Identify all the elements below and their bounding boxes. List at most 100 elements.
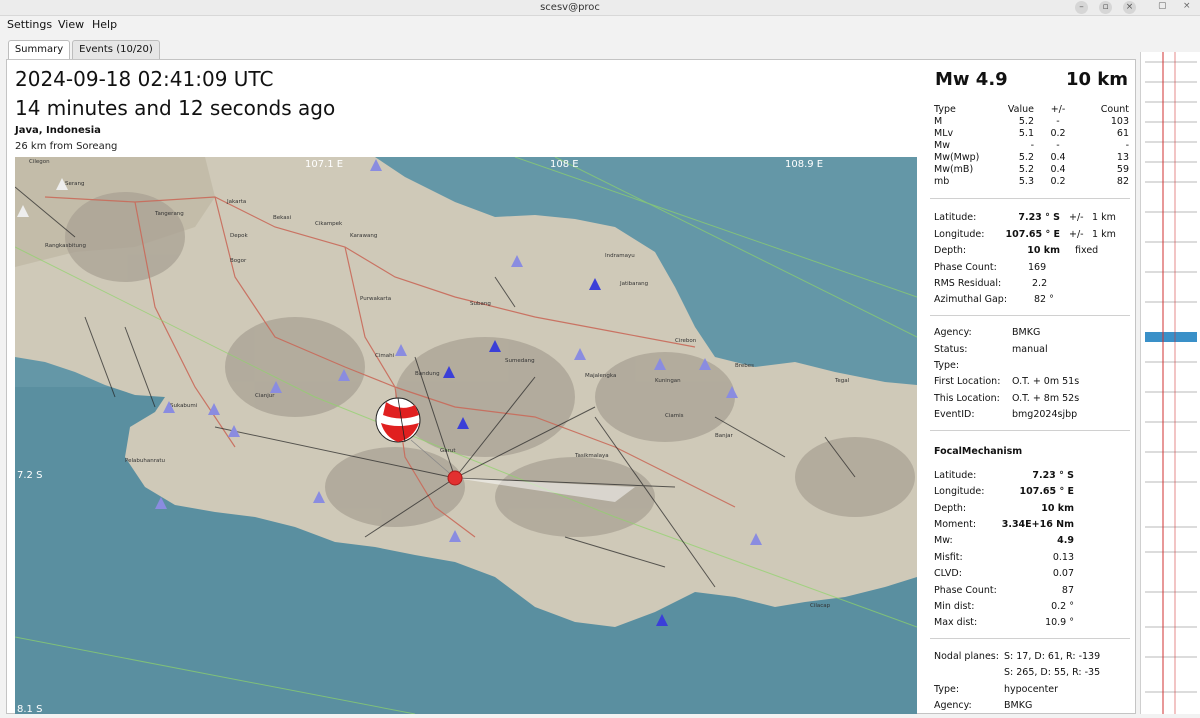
col-type: Type bbox=[934, 104, 956, 115]
selected-trace[interactable] bbox=[1145, 332, 1197, 342]
table-row[interactable]: MLv 5.1 0.2 61 bbox=[934, 128, 1129, 140]
place-label: Depok bbox=[230, 233, 248, 239]
first-location-value: O.T. + 0m 51s bbox=[1012, 376, 1080, 387]
map-canvas[interactable]: 107.1 E 108 E 108.9 E 7.2 S 8.1 S Cilego… bbox=[15, 157, 917, 714]
gap-value: 82 ° bbox=[1034, 294, 1054, 305]
nodal-plane-1: S: 17, D: 61, R: -139 bbox=[1004, 651, 1101, 662]
restore-icon[interactable]: ▢ bbox=[1158, 1, 1167, 11]
fm-mindist-label: Min dist: bbox=[934, 601, 975, 612]
fm-clvd-label: CLVD: bbox=[934, 568, 962, 579]
fm-lat-label: Latitude: bbox=[934, 470, 977, 481]
close-icon[interactable]: × bbox=[1123, 1, 1136, 14]
event-id-value[interactable]: bmg2024sjbp bbox=[1012, 408, 1077, 421]
table-row[interactable]: Mw - - - bbox=[934, 140, 1129, 152]
fm-clvd: 0.07 bbox=[1052, 568, 1074, 579]
event-map[interactable]: 107.1 E 108 E 108.9 E 7.2 S 8.1 S Cilego… bbox=[15, 157, 917, 714]
place-label: Tasikmalaya bbox=[574, 453, 609, 459]
window-title: scesv@proc bbox=[540, 2, 600, 13]
place-label: Pelabuhanratu bbox=[125, 458, 165, 464]
trace-canvas bbox=[1145, 52, 1197, 714]
nearest-city: 26 km from Soreang bbox=[15, 141, 118, 152]
lat-label-72: 7.2 S bbox=[17, 470, 42, 481]
lon-label-108: 108 E bbox=[550, 159, 579, 170]
place-label: Kuningan bbox=[655, 378, 681, 384]
place-label: Jakarta bbox=[226, 199, 246, 205]
agency-label: Agency: bbox=[934, 327, 972, 338]
origin-lat: 7.23 ° S bbox=[1018, 212, 1060, 223]
magnitude-table-header: Type Value +/- Count bbox=[934, 104, 1129, 116]
col-count: Count bbox=[1100, 104, 1129, 115]
menu-help[interactable]: Help bbox=[92, 18, 117, 32]
place-label: Indramayu bbox=[605, 253, 635, 259]
minimize-icon[interactable]: – bbox=[1075, 1, 1088, 14]
menu-bar: Settings View Help bbox=[0, 16, 1200, 34]
menu-view[interactable]: View bbox=[58, 18, 84, 32]
beachball-icon[interactable] bbox=[375, 397, 421, 443]
place-label: Cilegon bbox=[29, 159, 50, 165]
table-row[interactable]: M 5.2-103 bbox=[934, 116, 1129, 128]
place-label: Cikampek bbox=[315, 221, 343, 227]
fm-depth: 10 km bbox=[1041, 503, 1074, 514]
region-name: Java, Indonesia bbox=[15, 125, 101, 136]
divider bbox=[930, 198, 1130, 199]
place-label: Karawang bbox=[350, 233, 377, 239]
origin-lon-pm: +/- bbox=[1069, 229, 1084, 240]
time-ago: 14 minutes and 12 seconds ago bbox=[15, 96, 336, 120]
close-window-icon[interactable]: × bbox=[1183, 1, 1191, 11]
origin-lat-pm: +/- bbox=[1069, 212, 1084, 223]
fm-lon-label: Longitude: bbox=[934, 486, 985, 497]
origin-time: 2024-09-18 02:41:09 UTC bbox=[15, 67, 274, 91]
col-unc: +/- bbox=[1050, 104, 1066, 115]
table-row[interactable]: Mw(mB) 5.2 0.4 59 bbox=[934, 164, 1129, 176]
fm-depth-label: Depth: bbox=[934, 503, 967, 514]
maximize-icon[interactable]: ▫ bbox=[1099, 1, 1112, 14]
tab-events[interactable]: Events (10/20) bbox=[72, 40, 160, 60]
trace-lines bbox=[1145, 61, 1197, 693]
epicenter-icon[interactable] bbox=[447, 470, 463, 486]
place-label: Garut bbox=[440, 448, 456, 454]
status-value: manual bbox=[1012, 344, 1048, 355]
place-label: Tegal bbox=[834, 378, 850, 384]
place-label: Bandung bbox=[415, 371, 440, 377]
place-label: Sukabumi bbox=[170, 403, 198, 409]
agency-value: BMKG bbox=[1012, 327, 1041, 338]
place-label: Brebes bbox=[735, 363, 754, 369]
place-label: Cirebon bbox=[675, 338, 697, 344]
fm-maxdist: 10.9 ° bbox=[1045, 617, 1074, 628]
fm-mindist: 0.2 ° bbox=[1051, 601, 1074, 612]
rms-label: RMS Residual: bbox=[934, 278, 1002, 289]
place-label: Tangerang bbox=[154, 211, 184, 217]
origin-lon-unc: 1 km bbox=[1092, 229, 1116, 240]
fm-agency-label: Agency: bbox=[934, 700, 972, 711]
this-location-value: O.T. + 8m 52s bbox=[1012, 393, 1080, 404]
fm-type-label: Type: bbox=[934, 684, 960, 695]
place-label: Sumedang bbox=[505, 358, 535, 364]
origin-depth-label: Depth: bbox=[934, 245, 967, 256]
fm-lat: 7.23 ° S bbox=[1032, 470, 1074, 481]
divider bbox=[930, 638, 1130, 639]
depth-title: 10 km bbox=[1065, 69, 1128, 90]
fm-misfit-label: Misfit: bbox=[934, 552, 963, 563]
place-label: Cimahi bbox=[375, 353, 395, 359]
place-label: Majalengka bbox=[585, 373, 616, 379]
phase-count-label: Phase Count: bbox=[934, 262, 997, 273]
fm-mw: 4.9 bbox=[1057, 535, 1074, 546]
table-row[interactable]: Mw(Mwp) 5.2 0.4 13 bbox=[934, 152, 1129, 164]
table-row[interactable]: mb 5.3 0.2 82 bbox=[934, 176, 1129, 188]
first-location-label: First Location: bbox=[934, 376, 1001, 387]
trace-strip[interactable] bbox=[1140, 52, 1200, 714]
event-id-label: EventID: bbox=[934, 409, 975, 420]
place-label: Serang bbox=[65, 181, 84, 187]
menu-settings[interactable]: Settings bbox=[7, 18, 52, 32]
type-label: Type: bbox=[934, 360, 960, 371]
fm-agency: BMKG bbox=[1004, 700, 1033, 711]
fm-moment: 3.34E+16 Nm bbox=[1001, 519, 1074, 530]
place-label: Jatibarang bbox=[619, 281, 648, 287]
event-info-panel: Mw 4.9 10 km Type Value +/- Count M 5.2-1… bbox=[922, 60, 1134, 714]
place-label: Purwakarta bbox=[360, 296, 391, 302]
tab-summary[interactable]: Summary bbox=[8, 40, 70, 61]
rms-value: 2.2 bbox=[1032, 278, 1048, 289]
lon-label-1089: 108.9 E bbox=[785, 159, 823, 170]
place-label: Rangkasbitung bbox=[45, 243, 86, 249]
fm-lon: 107.65 ° E bbox=[1019, 486, 1074, 497]
